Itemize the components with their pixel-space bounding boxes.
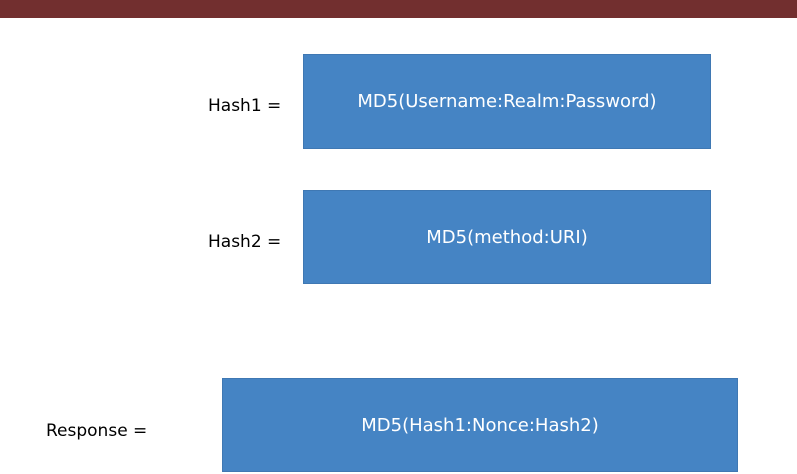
response-label: Response = xyxy=(46,421,148,441)
hash2-formula-text: MD5(method:URI) xyxy=(426,226,588,248)
response-formula-box: MD5(Hash1:Nonce:Hash2) xyxy=(222,378,738,472)
hash1-formula-box: MD5(Username:Realm:Password) xyxy=(303,54,711,149)
hash2-formula-box: MD5(method:URI) xyxy=(303,190,711,284)
hash1-label: Hash1 = xyxy=(208,96,282,116)
hash1-formula-text: MD5(Username:Realm:Password) xyxy=(357,91,657,112)
hash2-label: Hash2 = xyxy=(208,232,282,252)
response-formula-text: MD5(Hash1:Nonce:Hash2) xyxy=(361,414,599,436)
header-bar xyxy=(0,0,797,18)
